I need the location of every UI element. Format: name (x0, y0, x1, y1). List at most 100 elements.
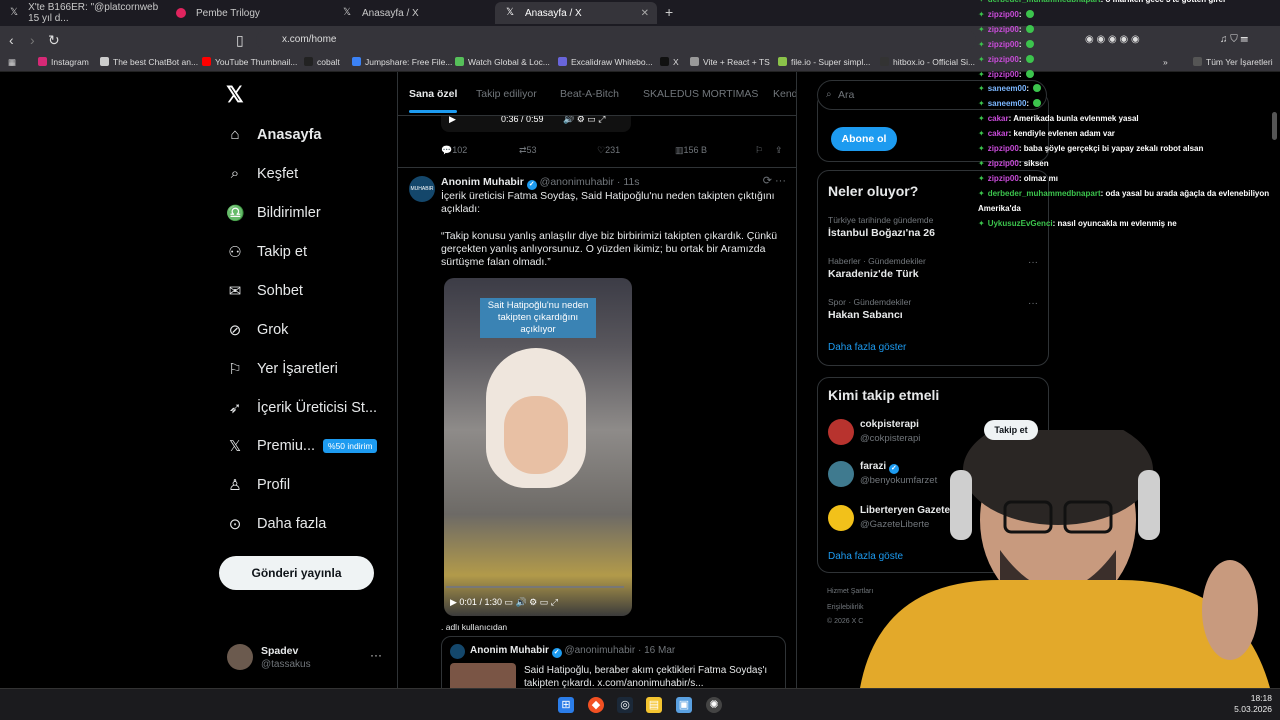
chat-username: zipzip00 (987, 144, 1019, 153)
app-icon[interactable]: ▣ (676, 697, 692, 713)
new-tab-button[interactable]: + (665, 4, 673, 20)
brave-icon[interactable]: ◆ (588, 697, 604, 713)
reload-icon[interactable]: ↻ (48, 32, 60, 49)
verified-icon: ✓ (526, 180, 537, 190)
post-author[interactable]: Anonim Muhabir ✓ @anonimuhabir · 11s (441, 176, 639, 190)
chat-text: : (1018, 39, 1022, 49)
trend-context: Türkiye tarihinde gündemde (828, 215, 934, 225)
browser-tab[interactable]: 𝕏 X'te B166ER: "@platcornweb 15 yıl d... (0, 2, 165, 24)
play-icon[interactable]: ▶ (450, 597, 459, 607)
bookmark-item[interactable]: hitbox.io - Official Si... (880, 57, 975, 67)
like-button[interactable]: ♡ 231 (597, 145, 620, 156)
start-icon[interactable]: ⊞ (558, 697, 574, 713)
bookmark-item[interactable]: YouTube Thumbnail... (202, 57, 297, 67)
grok-icon: ⊘ (228, 322, 242, 339)
post-video[interactable]: Sait Hatipoğlu'nu neden takipten çıkardı… (444, 278, 632, 616)
bookmark-icon[interactable]: ▯ (236, 32, 244, 49)
chat-username: zipzip00 (987, 54, 1019, 64)
tab-following[interactable]: Takip ediliyor (476, 88, 537, 100)
bookmark-item[interactable]: file.io - Super simpl... (778, 57, 870, 67)
x-logo-icon: 𝕏 (342, 7, 352, 18)
sidebar-item-explore[interactable]: ⌕ Keşfet (226, 165, 298, 182)
browser-tab-active[interactable]: 𝕏 Anasayfa / X ✕ (495, 2, 657, 24)
tab-list[interactable]: Kend (773, 88, 796, 100)
folder-icon[interactable]: ▤ (646, 697, 662, 713)
system-clock: 18:18 5.03.2026 (1234, 693, 1272, 714)
bookmark-item[interactable]: cobalt (304, 57, 340, 67)
chat-text: : (1018, 69, 1022, 79)
follow-button[interactable]: Takip et (984, 420, 1038, 440)
post[interactable]: MUHABIR Anonim Muhabir ✓ @anonimuhabir ·… (398, 167, 796, 688)
bookmark-item[interactable]: X (660, 57, 679, 67)
chat-text: Amerika'da (978, 203, 1021, 213)
sidebar-item-grok[interactable]: ⊘ Grok (226, 321, 289, 339)
source-attribution[interactable]: . adlı kullanıcıdan (441, 622, 507, 632)
more-icon[interactable]: ⟳ ··· (763, 174, 786, 187)
sidebar-item-profile[interactable]: ♙ Profil (226, 476, 290, 494)
video-controls: ▶ 0:01 / 1:30 ▭ 🔊 ⚙ ▭ ⤢ (450, 597, 558, 607)
browser-tab[interactable]: 𝕏 Anasayfa / X (332, 2, 494, 24)
chat-badge-icon: ✦ (978, 129, 985, 139)
bookmark-icon[interactable]: ⚐ (755, 145, 763, 156)
avatar[interactable]: MUHABIR (409, 176, 435, 202)
chat-username: zipzip00 (987, 24, 1019, 34)
chat-text: : (1018, 54, 1022, 64)
forward-icon[interactable]: › (30, 32, 35, 48)
taskbar: ⊞ ◆ ◎ ▤ ▣ ✺ 18:18 5.03.2026 (0, 688, 1280, 720)
back-icon[interactable]: ‹ (9, 32, 14, 48)
quoted-post[interactable]: Anonim Muhabir ✓ @anonimuhabir · 16 Mar … (441, 636, 786, 688)
bookmark-item[interactable]: Excalidraw Whitebo... (558, 57, 653, 67)
bookmark-item[interactable]: Watch Global & Loc... (455, 57, 550, 67)
trend-item[interactable]: Karadeniz'de Türk (828, 268, 919, 280)
trend-item[interactable]: Hakan Sabancı (828, 309, 903, 321)
sidebar-item-creator-studio[interactable]: ➶ İçerik Üreticisi St... (226, 399, 377, 417)
more-icon[interactable]: ··· (1028, 257, 1038, 268)
chat-badge-icon: ✦ (978, 158, 985, 168)
sidebar-item-notifications[interactable]: ♎ Bildirimler (226, 204, 321, 222)
video-progress[interactable] (446, 586, 624, 588)
post-button[interactable]: Gönderi yayınla (219, 556, 374, 590)
views-count[interactable]: ▥ 156 B (675, 145, 707, 156)
webcam-overlay (860, 430, 1270, 688)
tab-for-you[interactable]: Sana özel (409, 88, 458, 113)
close-icon[interactable]: ✕ (641, 8, 649, 19)
steam-icon[interactable]: ◎ (617, 697, 633, 713)
sidebar-item-follow[interactable]: ⚇ Takip et (226, 243, 307, 261)
tab-list[interactable]: Beat-A-Bitch (560, 88, 619, 100)
repost-button[interactable]: ⇄ 53 (519, 145, 537, 156)
share-icon[interactable]: ⇪ (775, 145, 783, 156)
suggested-account-name[interactable]: cokpisterapi (860, 419, 919, 430)
sidebar-item-bookmarks[interactable]: ⚐ Yer İşaretleri (226, 360, 338, 378)
sidebar-item-chat[interactable]: ✉ Sohbet (226, 282, 303, 300)
chat-badge-icon: ✦ (978, 54, 985, 64)
sidebar-item-home[interactable]: ⌂ Anasayfa (226, 126, 321, 143)
more-icon[interactable]: ··· (370, 648, 382, 662)
bookmark-item[interactable]: Jumpshare: Free File... (352, 57, 452, 67)
x-logo-icon[interactable]: 𝕏 (226, 82, 244, 108)
chat-message: ✦ zipzip00: olmaz mı (978, 172, 1058, 187)
feed-tabs: Sana özel Takip ediliyor Beat-A-Bitch SK… (398, 72, 796, 116)
more-icon[interactable]: ··· (1028, 298, 1038, 309)
browser-tab[interactable]: Pembe Trilogy (166, 2, 331, 24)
chat-message: ✦ zipzip00: siksen (978, 157, 1049, 172)
show-more-link[interactable]: Daha fazla göster (828, 342, 906, 353)
bookmark-item[interactable]: Vite + React + TS (690, 57, 770, 67)
tab-list[interactable]: SKALEDUS MORTIMAS (643, 88, 758, 100)
verified-icon: ✓ (551, 648, 562, 658)
trend-item[interactable]: İstanbul Boğazı'na 26 (828, 227, 935, 239)
chat-message: ✦ zipzip00: (978, 8, 1034, 23)
bookmark-item[interactable]: The best ChatBot an... (100, 57, 198, 67)
url-field[interactable]: x.com/home (256, 29, 976, 51)
chat-message: ✦ saneem00: (978, 97, 1042, 112)
video-caption: Sait Hatipoğlu'nu neden takipten çıkardı… (480, 298, 596, 338)
subscribe-button[interactable]: Abone ol (831, 127, 897, 151)
sidebar-item-premium[interactable]: 𝕏 Premiu... %50 indirim (226, 437, 378, 455)
video-controls-icon[interactable]: ▭ 🔊 ⚙ ▭ ⤢ (502, 597, 557, 607)
app-icon[interactable]: ✺ (706, 697, 722, 713)
reply-button[interactable]: 💬 102 (441, 145, 467, 156)
chat-text: : o mariken gece 3'te gotten girer (1101, 0, 1227, 4)
bookmark-item[interactable]: Instagram (38, 57, 89, 67)
apps-icon[interactable]: ▦ (8, 57, 16, 68)
sidebar-item-more[interactable]: ⊙ Daha fazla (226, 515, 327, 533)
rocket-icon: ➶ (228, 400, 242, 417)
